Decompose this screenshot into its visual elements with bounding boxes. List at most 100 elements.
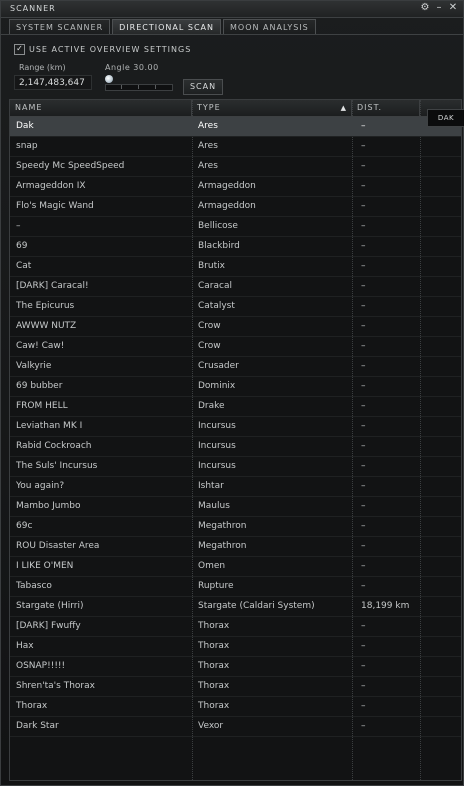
table-row[interactable]: Rabid Cockroach Incursus –: [10, 437, 461, 457]
cell-type: Vexor: [198, 721, 224, 731]
cell-name: Speedy Mc SpeedSpeed: [16, 161, 125, 171]
table-row[interactable]: 69 bubber Dominix –: [10, 377, 461, 397]
cell-dist: –: [361, 561, 366, 571]
settings-icon[interactable]: ⚙: [419, 3, 431, 14]
table-row[interactable]: Stargate (Hirri) Stargate (Caldari System…: [10, 597, 461, 617]
cell-name: Cat: [16, 261, 32, 271]
cell-dist: –: [361, 321, 366, 331]
cell-type: Brutix: [198, 261, 225, 271]
cell-type: Omen: [198, 561, 226, 571]
table-row[interactable]: AWWW NUTZ Crow –: [10, 317, 461, 337]
cell-dist: –: [361, 181, 366, 191]
table-row[interactable]: OSNAP!!!!! Thorax –: [10, 657, 461, 677]
column-header-dist[interactable]: DIST.: [352, 100, 420, 116]
table-row[interactable]: Thorax Thorax –: [10, 697, 461, 717]
sort-ascending-icon: ▲: [340, 104, 347, 112]
table-row[interactable]: ROU Disaster Area Megathron –: [10, 537, 461, 557]
cell-dist: –: [361, 281, 366, 291]
table-row[interactable]: FROM HELL Drake –: [10, 397, 461, 417]
table-row[interactable]: Valkyrie Crusader –: [10, 357, 461, 377]
angle-slider-track[interactable]: [105, 84, 173, 91]
cell-type: Armageddon: [198, 181, 256, 191]
table-row[interactable]: Cat Brutix –: [10, 257, 461, 277]
column-header-name-label: NAME: [15, 103, 43, 112]
table-row[interactable]: Dark Star Vexor –: [10, 717, 461, 737]
slider-tick: [155, 85, 156, 89]
cell-dist: –: [361, 301, 366, 311]
scan-button[interactable]: SCAN: [183, 79, 223, 95]
column-header-type[interactable]: TYPE ▲: [192, 100, 352, 116]
cell-type: Bellicose: [198, 221, 238, 231]
cell-name: Tabasco: [16, 581, 52, 591]
tab-moon-analysis[interactable]: MOON ANALYSIS: [223, 19, 316, 35]
cell-type: Ares: [198, 121, 218, 131]
angle-slider[interactable]: [105, 75, 173, 91]
cell-type: Ares: [198, 161, 218, 171]
table-row[interactable]: Flo's Magic Wand Armageddon –: [10, 197, 461, 217]
range-input[interactable]: 2,147,483,647: [14, 75, 92, 90]
table-header: NAME TYPE ▲ DIST.: [10, 100, 461, 117]
slider-tick: [121, 85, 122, 89]
table-row[interactable]: Armageddon IX Armageddon –: [10, 177, 461, 197]
cell-name: [DARK] Caracal!: [16, 281, 89, 291]
table-row[interactable]: [DARK] Caracal! Caracal –: [10, 277, 461, 297]
tab-system-scanner[interactable]: SYSTEM SCANNER: [9, 19, 111, 35]
cell-type: Rupture: [198, 581, 234, 591]
table-row[interactable]: Caw! Caw! Crow –: [10, 337, 461, 357]
table-row[interactable]: Hax Thorax –: [10, 637, 461, 657]
column-header-name[interactable]: NAME: [10, 100, 192, 116]
cell-dist: –: [361, 221, 366, 231]
table-row[interactable]: Shren'ta's Thorax Thorax –: [10, 677, 461, 697]
table-row[interactable]: 69 Blackbird –: [10, 237, 461, 257]
cell-type: Thorax: [198, 641, 230, 651]
cell-name: ROU Disaster Area: [16, 541, 100, 551]
minimize-icon[interactable]: –: [433, 3, 445, 14]
range-label: Range (km): [19, 63, 66, 72]
table-row[interactable]: Tabasco Rupture –: [10, 577, 461, 597]
angle-label: Angle 30.00: [105, 63, 159, 72]
cell-dist: –: [361, 381, 366, 391]
cell-dist: –: [361, 421, 366, 431]
cell-dist: 18,199 km: [361, 601, 410, 611]
cell-type: Ishtar: [198, 481, 224, 491]
table-row[interactable]: snap Ares –: [10, 137, 461, 157]
cell-dist: –: [361, 521, 366, 531]
use-overview-checkbox[interactable]: ✓: [14, 44, 25, 55]
cell-type: Drake: [198, 401, 225, 411]
column-header-dist-label: DIST.: [357, 103, 383, 112]
cell-type: Incursus: [198, 441, 236, 451]
cell-name: Caw! Caw!: [16, 341, 65, 351]
table-row[interactable]: Leviathan MK I Incursus –: [10, 417, 461, 437]
angle-slider-knob[interactable]: [105, 75, 113, 83]
cell-type: Crow: [198, 341, 221, 351]
table-row[interactable]: 69c Megathron –: [10, 517, 461, 537]
table-row[interactable]: The Epicurus Catalyst –: [10, 297, 461, 317]
table-row[interactable]: Speedy Mc SpeedSpeed Ares –: [10, 157, 461, 177]
cell-dist: –: [361, 581, 366, 591]
cell-dist: –: [361, 261, 366, 271]
table-row[interactable]: Dak Ares –: [10, 117, 461, 137]
table-row[interactable]: [DARK] Fwuffy Thorax –: [10, 617, 461, 637]
cell-dist: –: [361, 401, 366, 411]
cell-name: Rabid Cockroach: [16, 441, 92, 451]
tab-directional-scan[interactable]: DIRECTIONAL SCAN: [112, 19, 221, 35]
cell-name: Mambo Jumbo: [16, 501, 81, 511]
close-icon[interactable]: ✕: [447, 3, 459, 14]
table-row[interactable]: – Bellicose –: [10, 217, 461, 237]
table-row[interactable]: Mambo Jumbo Maulus –: [10, 497, 461, 517]
table-body: Dak Ares – snap Ares – Speedy Mc SpeedSpeed Are…: [10, 117, 461, 737]
cell-dist: –: [361, 341, 366, 351]
window-title: SCANNER: [10, 4, 56, 13]
cell-name: FROM HELL: [16, 401, 68, 411]
cell-dist: –: [361, 541, 366, 551]
cell-name: Valkyrie: [16, 361, 52, 371]
cell-dist: –: [361, 681, 366, 691]
cell-name: Armageddon IX: [16, 181, 86, 191]
cell-type: Thorax: [198, 661, 230, 671]
cell-name: I LIKE O'MEN: [16, 561, 74, 571]
title-bar[interactable]: SCANNER ⚙ – ✕: [1, 1, 463, 18]
table-row[interactable]: You again? Ishtar –: [10, 477, 461, 497]
table-row[interactable]: The Suls' Incursus Incursus –: [10, 457, 461, 477]
use-overview-option[interactable]: ✓ USE ACTIVE OVERVIEW SETTINGS: [14, 44, 191, 55]
table-row[interactable]: I LIKE O'MEN Omen –: [10, 557, 461, 577]
